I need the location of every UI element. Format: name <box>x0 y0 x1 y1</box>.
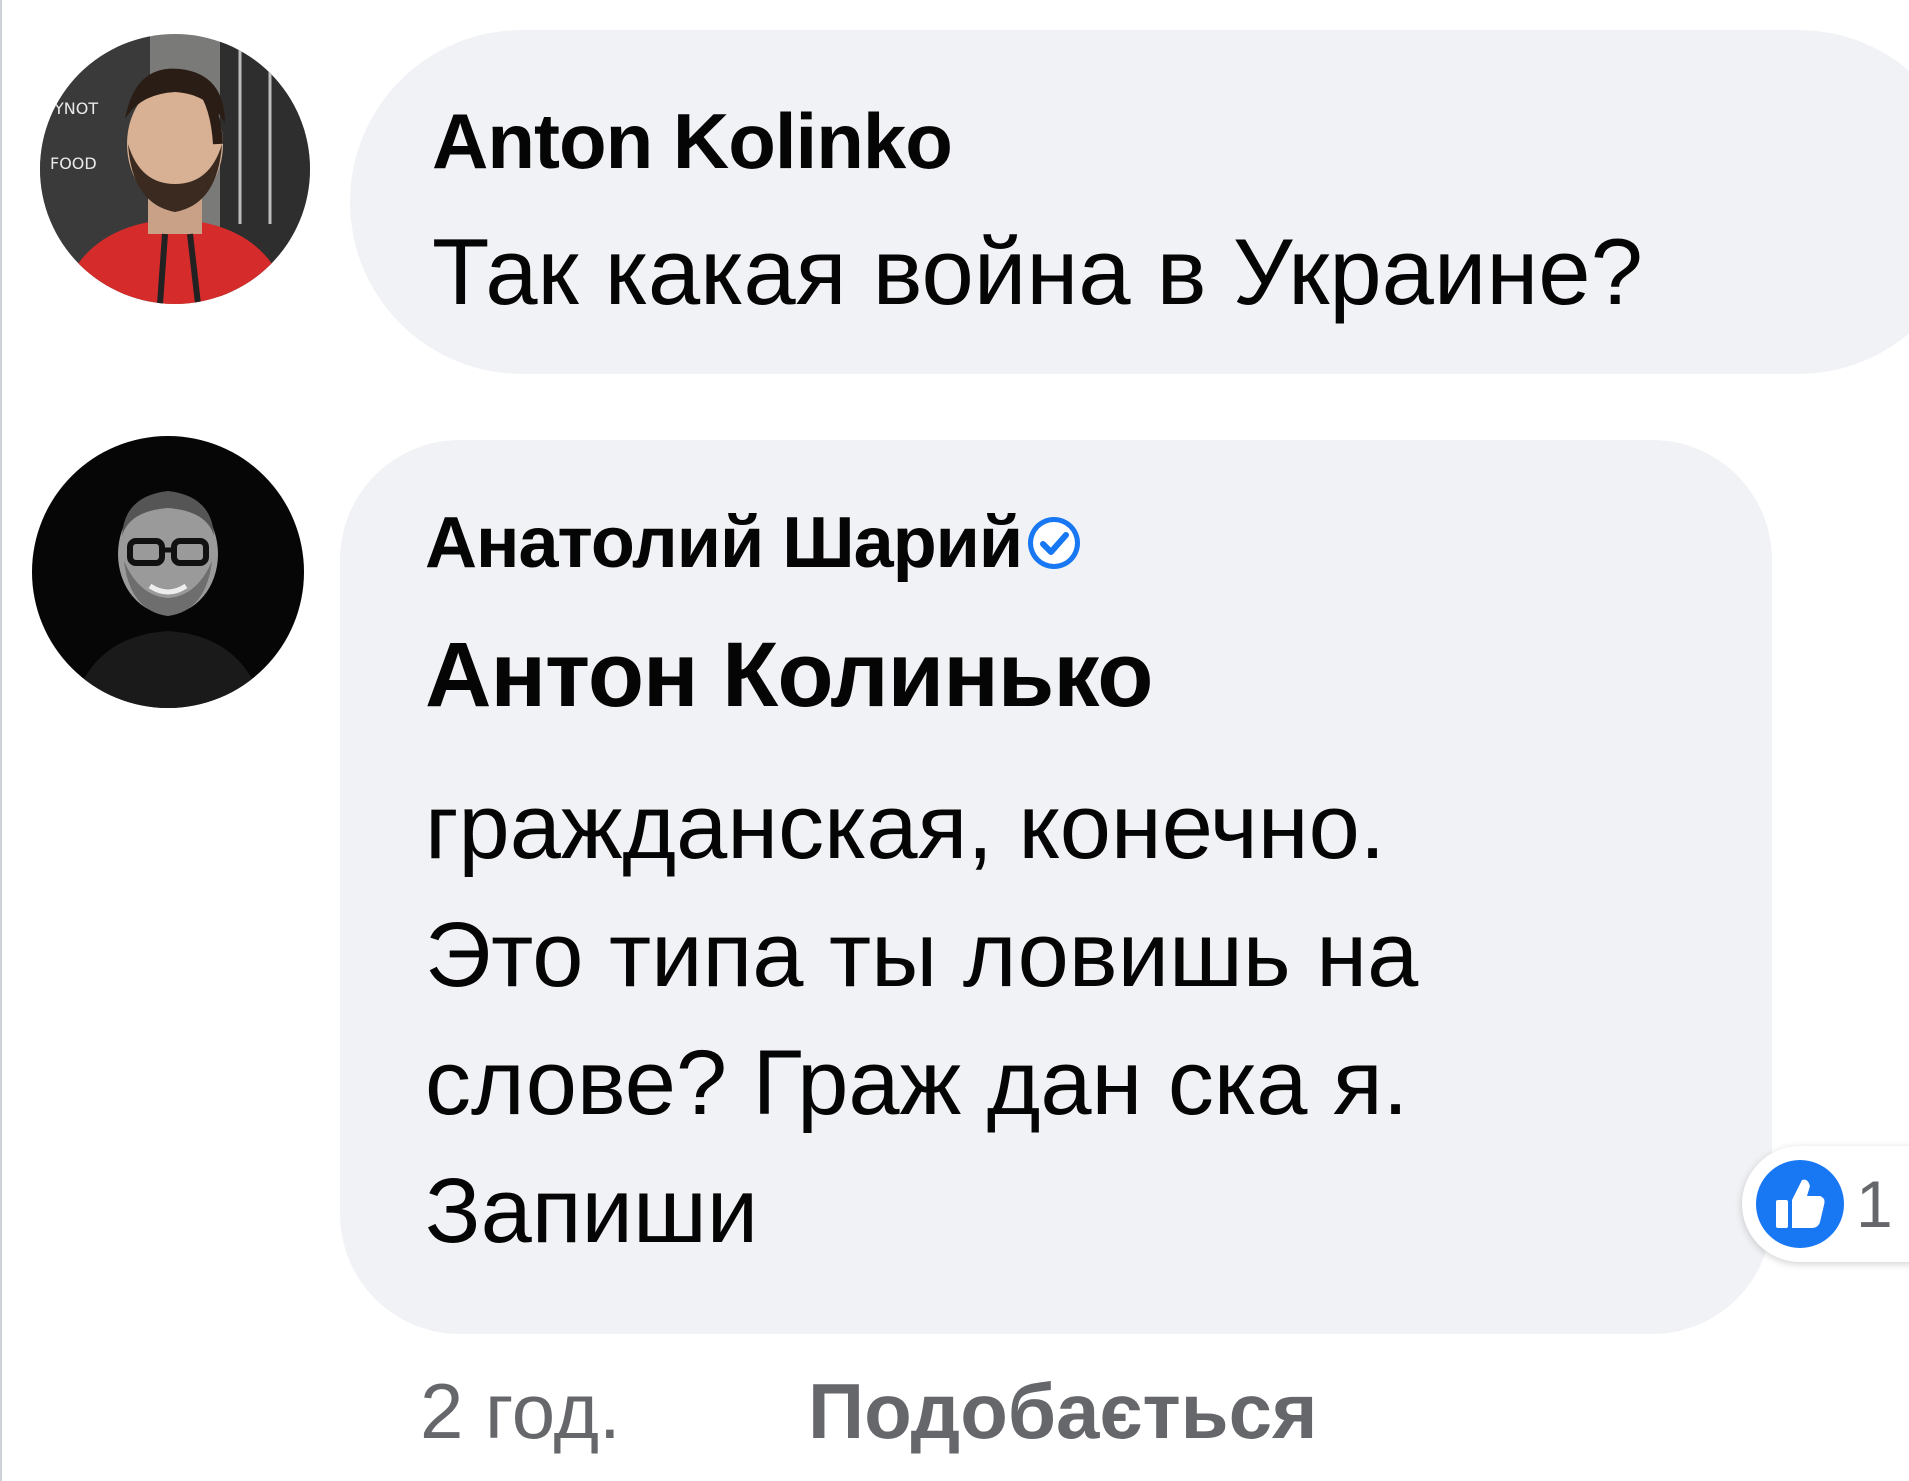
like-icon <box>1756 1160 1844 1248</box>
reply-text-line: слове? Граж дан ска я. <box>425 1032 1409 1134</box>
svg-text:YNOT: YNOT <box>53 99 98 118</box>
reply-author-name: Анатолий Шарий <box>425 503 1023 583</box>
avatar-photo <box>32 436 304 708</box>
reaction-summary[interactable]: 1 <box>1742 1146 1909 1262</box>
mention-tag[interactable]: Антон Колинько <box>425 622 1153 728</box>
verified-badge-icon <box>1028 517 1081 569</box>
reply-text-line: Это типа ты ловишь на <box>425 904 1419 1006</box>
reply-text-line: гражданская, конечно. <box>425 776 1386 878</box>
comment-author[interactable]: Anton Kolinko <box>432 96 953 186</box>
comment-text: Так какая война в Украине? <box>432 219 1643 324</box>
svg-text:FOOD: FOOD <box>50 154 97 173</box>
reply-author[interactable]: Анатолий Шарий <box>425 500 1082 586</box>
timestamp[interactable]: 2 год. <box>420 1366 621 1456</box>
like-button[interactable]: Подобається <box>808 1366 1318 1456</box>
thread-border <box>0 0 2 1481</box>
avatar-photo: YNOT FOOD <box>40 34 310 304</box>
avatar-anton[interactable]: YNOT FOOD <box>40 34 310 304</box>
reaction-count: 1 <box>1856 1167 1893 1241</box>
comments-thread: YNOT FOOD Anton Kolinko Так какая война … <box>0 0 1909 1481</box>
reply-text-line: Запиши <box>425 1160 759 1262</box>
avatar-anatoly[interactable] <box>32 436 304 708</box>
